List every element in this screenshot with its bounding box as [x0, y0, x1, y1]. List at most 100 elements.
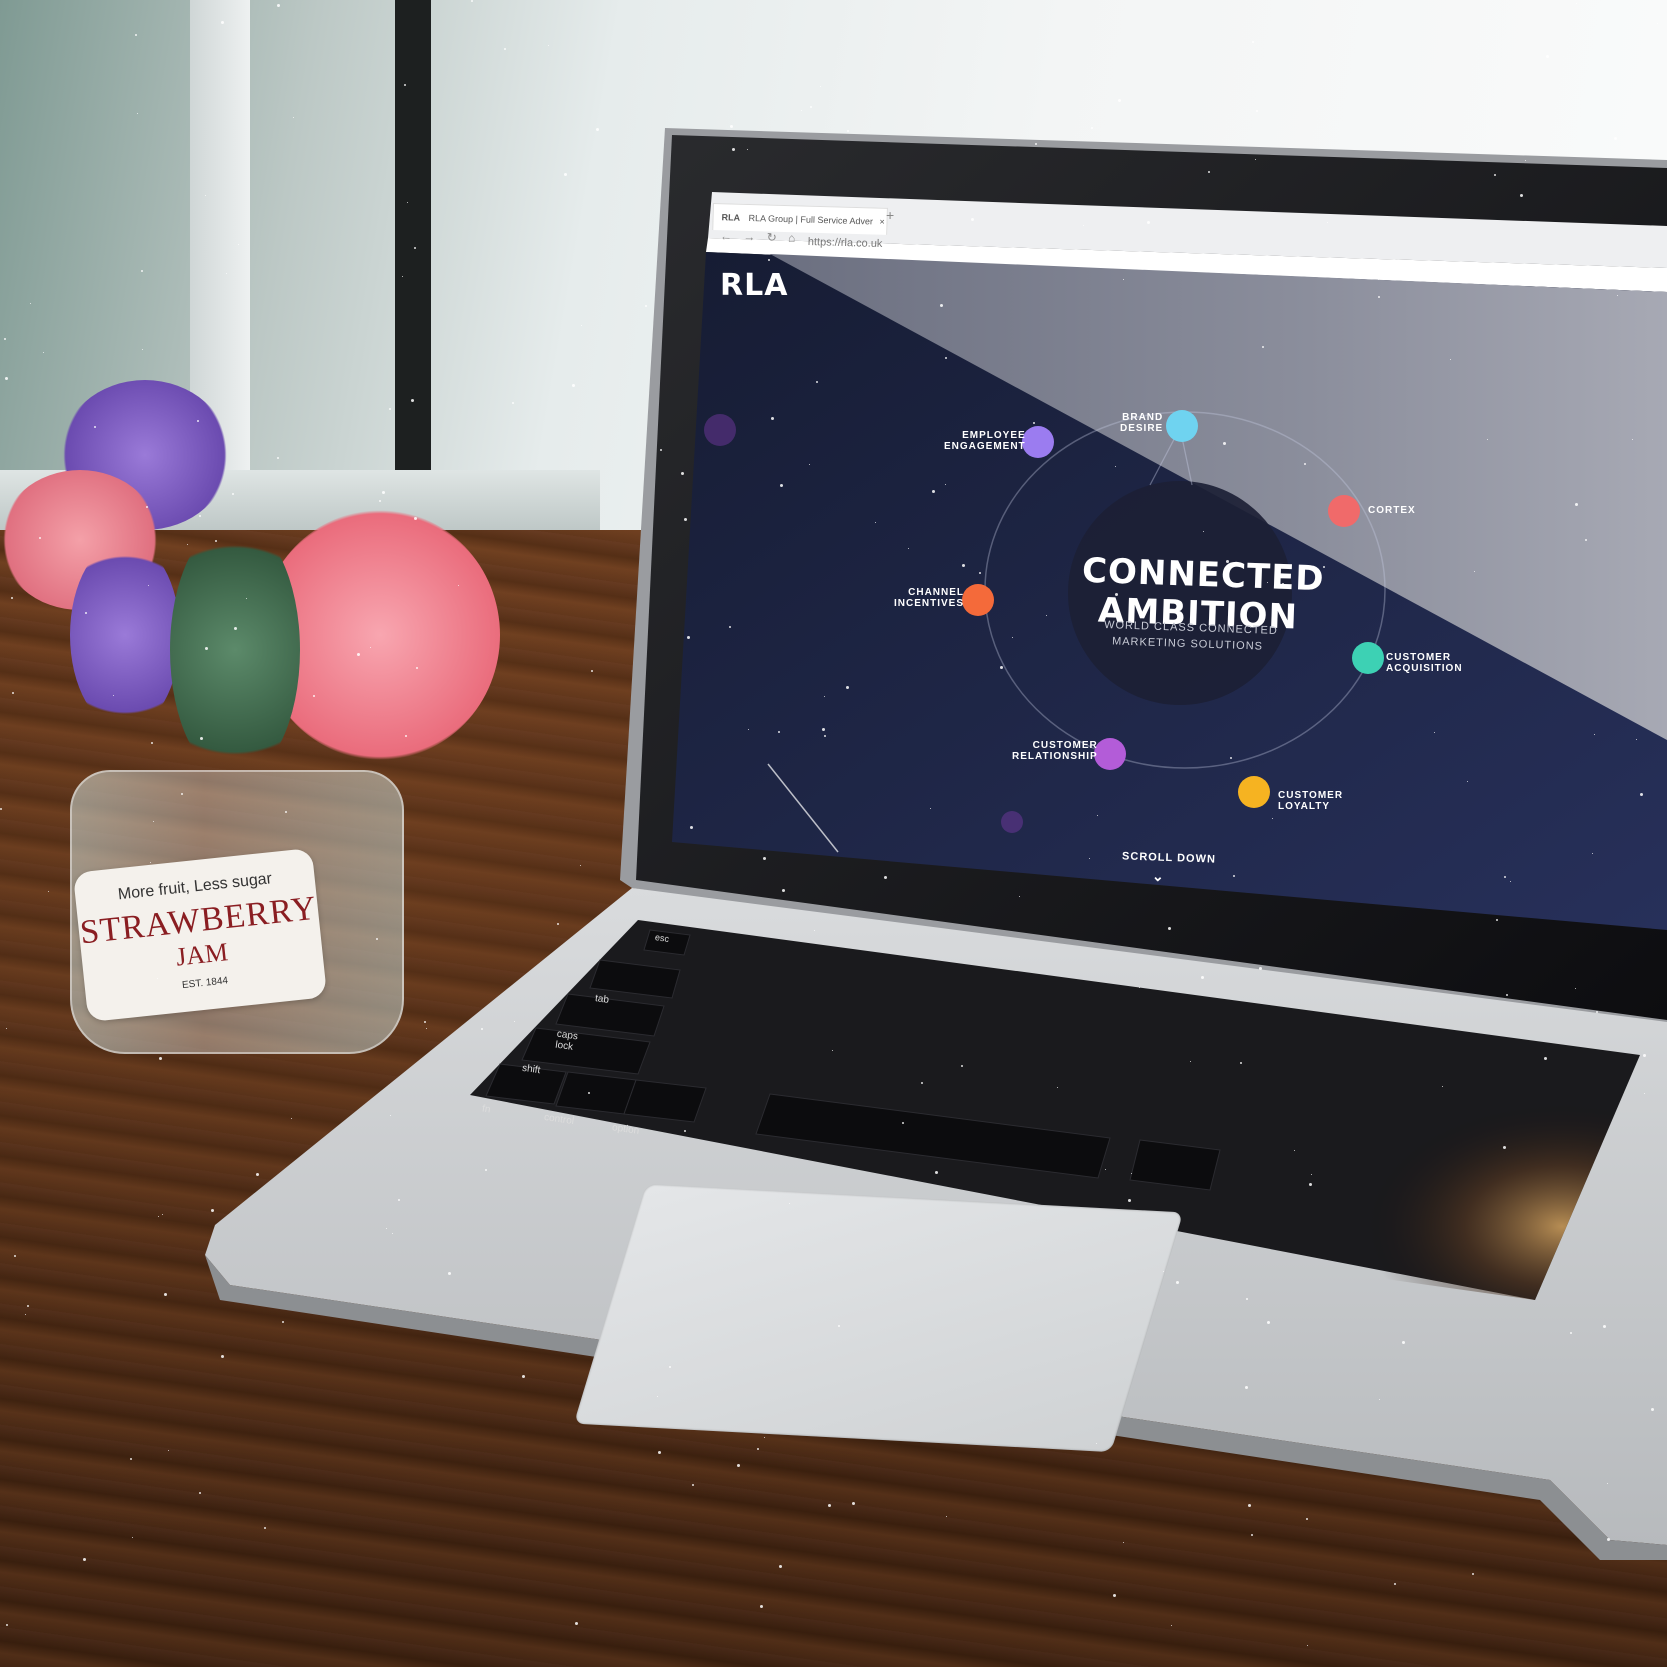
- sparkle-star: [687, 636, 690, 639]
- sparkle-star: [838, 1325, 840, 1327]
- sparkle-star: [591, 670, 593, 672]
- node-label-customer-relationship[interactable]: CUSTOMER RELATIONSHIP: [1012, 740, 1098, 762]
- new-tab-button[interactable]: +: [886, 207, 895, 223]
- sparkle-star: [157, 978, 158, 979]
- trackpad: [573, 1183, 1184, 1453]
- home-icon[interactable]: ⌂: [788, 231, 796, 245]
- node-dot-cortex[interactable]: [1328, 495, 1360, 527]
- sparkle-star: [1307, 1645, 1308, 1646]
- sparkle-star: [522, 1375, 525, 1378]
- sparkle-star: [902, 1122, 904, 1124]
- node-label-customer-acquisition[interactable]: CUSTOMER ACQUISITION: [1386, 652, 1463, 674]
- flower-purple: [70, 540, 180, 730]
- back-arrow-icon[interactable]: ←: [720, 229, 732, 243]
- sparkle-star: [1091, 127, 1093, 129]
- node-label-cortex[interactable]: CORTEX: [1368, 505, 1416, 516]
- node-dot-customer-acquisition[interactable]: [1352, 642, 1384, 674]
- sparkle-star: [232, 493, 234, 495]
- sparkle-star: [1570, 1332, 1572, 1334]
- site-logo[interactable]: RLA: [720, 268, 788, 303]
- sparkle-star: [402, 276, 403, 277]
- sparkle-star: [1520, 194, 1523, 197]
- sparkle-star: [1201, 976, 1204, 979]
- node-dot-employee-engagement[interactable]: [1022, 426, 1054, 458]
- node-label-brand-desire[interactable]: BRAND DESIRE: [1120, 412, 1163, 434]
- sparkle-star: [150, 862, 151, 863]
- sparkle-star: [657, 1396, 658, 1397]
- sparkle-star: [564, 173, 567, 176]
- sparkle-star: [199, 1492, 201, 1494]
- node-label-channel-incentives[interactable]: CHANNEL INCENTIVES: [894, 587, 964, 609]
- sparkle-star: [658, 1451, 661, 1454]
- sparkle-star: [940, 304, 943, 307]
- sparkle-star: [1494, 174, 1496, 176]
- sparkle-star: [1575, 988, 1576, 989]
- address-bar[interactable]: https://rla.co.uk: [808, 236, 883, 250]
- sparkle-star: [1636, 739, 1637, 740]
- sparkle-star: [471, 0, 473, 2]
- sparkle-star: [852, 1502, 855, 1505]
- reload-icon[interactable]: ↻: [766, 230, 776, 244]
- sparkle-star: [1306, 1518, 1308, 1520]
- node-dot-brand-desire[interactable]: [1166, 410, 1198, 442]
- sparkle-star: [168, 1450, 169, 1451]
- sparkle-star: [760, 1605, 763, 1608]
- key-esc[interactable]: esc: [654, 932, 669, 944]
- sparkle-star: [1012, 637, 1013, 638]
- sparkle-star: [411, 399, 414, 402]
- sparkle-star: [1113, 1594, 1116, 1597]
- sparkle-star: [1594, 734, 1595, 735]
- node-dot-customer-loyalty[interactable]: [1238, 776, 1270, 808]
- tab-close-icon[interactable]: ×: [879, 217, 885, 227]
- forward-arrow-icon[interactable]: →: [743, 230, 755, 244]
- sparkle-star: [158, 1216, 159, 1217]
- sparkle-star: [1632, 439, 1633, 440]
- node-label-line: BRAND: [1122, 412, 1164, 423]
- sparkle-star: [39, 537, 41, 539]
- sparkle-star: [197, 420, 199, 422]
- node-dot-customer-relationship[interactable]: [1094, 738, 1126, 770]
- node-dot-channel-incentives[interactable]: [962, 584, 994, 616]
- sparkle-star: [130, 1458, 132, 1460]
- sparkle-star: [692, 1484, 694, 1486]
- node-label-line: CUSTOMER: [1032, 740, 1098, 751]
- sparkle-star: [729, 626, 731, 628]
- sparkle-star: [1248, 1504, 1251, 1507]
- node-label-customer-loyalty[interactable]: CUSTOMER LOYALTY: [1278, 790, 1343, 812]
- node-label-line: CUSTOMER: [1386, 652, 1452, 663]
- sparkle-star: [945, 357, 947, 359]
- sparkle-star: [684, 518, 687, 521]
- sparkle-star: [1267, 1321, 1270, 1324]
- sparkle-star: [814, 930, 815, 931]
- key-fn[interactable]: fn: [481, 1103, 491, 1115]
- sparkle-star: [12, 692, 14, 694]
- sparkle-star: [1233, 875, 1235, 877]
- sparkle-star: [908, 548, 909, 549]
- sparkle-star: [181, 793, 183, 795]
- sparkle-star: [820, 86, 821, 87]
- chevron-down-icon[interactable]: ⌄: [1152, 868, 1165, 885]
- sparkle-star: [935, 1171, 938, 1174]
- node-label-employee-engagement[interactable]: EMPLOYEE ENGAGEMENT: [944, 430, 1026, 452]
- tab-favicon: RLA: [721, 212, 741, 223]
- key-shift[interactable]: shift: [521, 1063, 541, 1076]
- key-tab[interactable]: tab: [594, 993, 609, 1006]
- sparkle-star: [730, 125, 733, 128]
- sparkle-star: [1256, 110, 1258, 112]
- sparkle-star: [1019, 896, 1020, 897]
- sparkle-star: [1252, 41, 1254, 43]
- sparkle-star: [1442, 1086, 1443, 1087]
- sparkle-star: [1402, 1341, 1405, 1344]
- sparkle-star: [824, 696, 825, 697]
- sparkle-star: [1105, 1169, 1106, 1170]
- sparkle-star: [282, 1321, 284, 1323]
- sparkle-star: [1089, 858, 1090, 859]
- sparkle-star: [572, 384, 575, 387]
- sparkle-star: [211, 1209, 214, 1212]
- sparkle-star: [1190, 1061, 1191, 1062]
- sparkle-star: [205, 647, 208, 650]
- sparkle-star: [215, 540, 217, 542]
- sparkle-star: [1240, 1062, 1242, 1064]
- sparkle-star: [1528, 278, 1529, 279]
- key-caps-lock[interactable]: caps lock: [555, 1029, 579, 1054]
